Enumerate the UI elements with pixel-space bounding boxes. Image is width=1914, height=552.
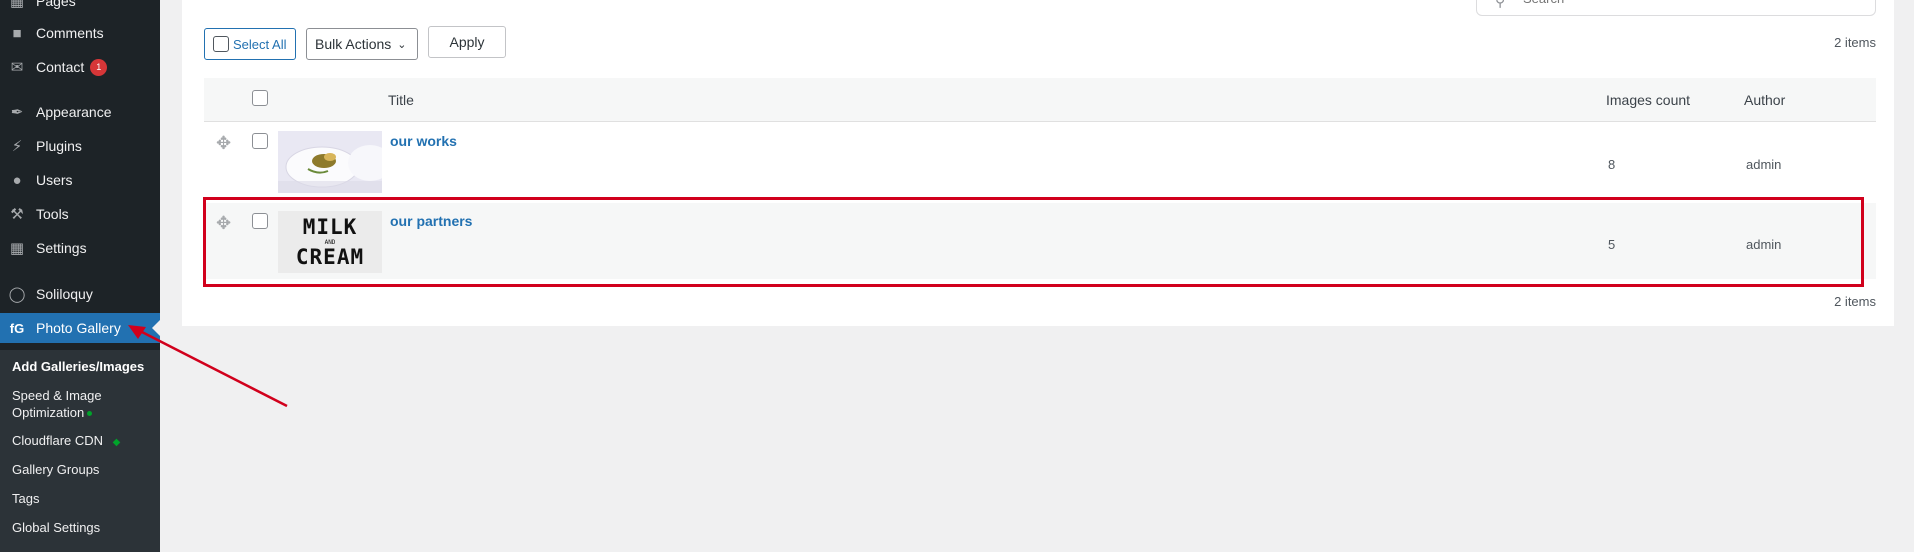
sidebar-item-contact[interactable]: ✉ Contact 1 (0, 52, 160, 82)
active-indicator (152, 320, 160, 336)
row-checkbox[interactable] (252, 213, 268, 229)
author-value: admin (1746, 157, 1782, 172)
mail-icon: ✉ (10, 59, 24, 76)
admin-sidebar: ▦ Pages ■ Comments ✉ Contact 1 ✒ Appeara… (0, 0, 160, 552)
bulk-actions-label: Bulk Actions (315, 36, 392, 52)
gallery-title-link[interactable]: our works (390, 133, 457, 149)
drag-handle-icon[interactable]: ✥ (216, 133, 231, 154)
chevron-down-icon: ⌄ (397, 38, 407, 51)
images-count-value: 8 (1608, 157, 1616, 172)
sidebar-item-label: Plugins (36, 138, 82, 154)
drag-handle-icon[interactable]: ✥ (216, 213, 231, 234)
photo-gallery-icon: fG (9, 320, 25, 336)
table-row: ✥ our works 8 admin (204, 123, 1876, 199)
sidebar-item-label: Pages (36, 0, 76, 9)
sidebar-item-settings[interactable]: ▦ Settings (0, 233, 160, 263)
plugin-icon: ⚡ (11, 138, 23, 155)
submenu-gallery-groups[interactable]: Gallery Groups (12, 461, 99, 478)
comment-icon: ■ (12, 24, 22, 42)
sidebar-item-users[interactable]: ● Users (0, 165, 160, 195)
sidebar-item-label: Soliloquy (36, 286, 93, 302)
sidebar-item-label: Users (36, 172, 73, 188)
sidebar-item-photo-gallery[interactable]: fG Photo Gallery (0, 313, 160, 343)
thumbnail-text: MILK (302, 214, 358, 239)
soliloquy-icon: ◯ (8, 286, 26, 303)
settings-icon: ▦ (9, 240, 25, 257)
sidebar-item-plugins[interactable]: ⚡ Plugins (0, 131, 160, 161)
apply-button[interactable]: Apply (428, 26, 506, 58)
submenu-tags[interactable]: Tags (12, 490, 39, 507)
select-all-checkbox[interactable] (213, 36, 229, 52)
author-value: admin (1746, 237, 1782, 252)
sidebar-item-tools[interactable]: ⚒ Tools (0, 199, 160, 229)
sidebar-item-pages[interactable]: ▦ Pages (0, 0, 160, 16)
pages-icon: ▦ (9, 0, 25, 10)
header-checkbox[interactable] (252, 90, 268, 106)
items-count-top: 2 items (1834, 35, 1876, 50)
submenu-add-galleries[interactable]: Add Galleries/Images (12, 358, 144, 375)
sidebar-item-label: Settings (36, 240, 87, 256)
notification-badge: 1 (90, 58, 108, 76)
user-icon: ● (12, 171, 22, 189)
images-count-value: 5 (1608, 237, 1616, 252)
wrench-icon: ⚒ (10, 206, 24, 223)
gallery-thumbnail[interactable] (278, 131, 382, 193)
submenu-global-settings[interactable]: Global Settings (12, 519, 100, 536)
sidebar-item-label: Tools (36, 206, 69, 222)
column-author[interactable]: Author (1744, 92, 1785, 108)
bulk-actions-dropdown[interactable]: Bulk Actions ⌄ (306, 28, 418, 60)
sidebar-item-comments[interactable]: ■ Comments (0, 18, 160, 48)
column-images-count[interactable]: Images count (1606, 92, 1690, 108)
column-title[interactable]: Title (388, 92, 414, 108)
sidebar-item-label: Photo Gallery (36, 320, 121, 336)
plate-food-image (278, 131, 382, 193)
sidebar-item-soliloquy[interactable]: ◯ Soliloquy (0, 279, 160, 309)
table-row: ✥ MILK AND CREAM our partners 5 admin (204, 203, 1876, 279)
sidebar-item-appearance[interactable]: ✒ Appearance (0, 97, 160, 127)
search-input[interactable] (1523, 0, 1823, 6)
search-icon: ⚲ (1495, 0, 1506, 9)
sidebar-item-label: Contact (36, 59, 85, 75)
thumbnail-text: CREAM (295, 244, 365, 269)
select-all-button[interactable]: Select All (204, 28, 296, 60)
table-header: Title Images count Author (204, 78, 1876, 122)
search-box[interactable]: ⚲ (1476, 0, 1876, 16)
submenu-label: Cloudflare CDN (12, 433, 104, 448)
row-checkbox[interactable] (252, 133, 268, 149)
paintbrush-icon: ✒ (10, 104, 24, 121)
sidebar-item-label: Appearance (36, 104, 112, 120)
photo-gallery-submenu: Add Galleries/Images Speed & Image Optim… (0, 350, 160, 552)
diamond-icon: ◆ (112, 437, 121, 448)
gallery-thumbnail[interactable]: MILK AND CREAM (278, 211, 382, 273)
gallery-title-link[interactable]: our partners (390, 213, 472, 229)
select-all-label: Select All (233, 36, 287, 52)
submenu-speed-optimization[interactable]: Speed & Image Optimization (12, 387, 132, 421)
submenu-cloudflare-cdn[interactable]: Cloudflare CDN ◆ (12, 432, 120, 451)
sidebar-item-label: Comments (36, 25, 104, 41)
status-dot-icon (87, 411, 93, 417)
items-count-bottom: 2 items (1834, 294, 1876, 309)
